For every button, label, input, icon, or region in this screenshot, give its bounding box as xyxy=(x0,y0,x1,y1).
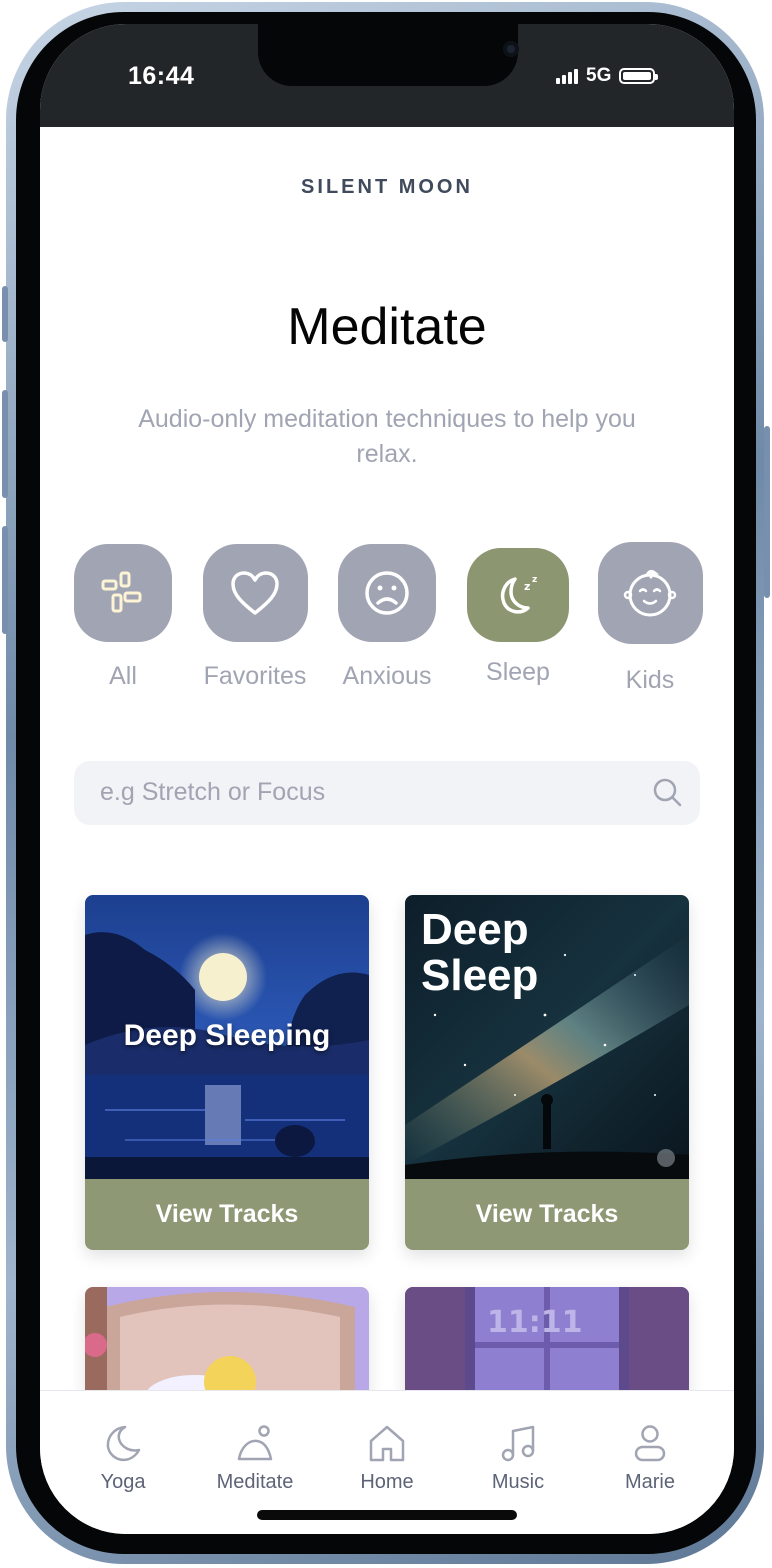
search-icon[interactable] xyxy=(652,777,684,814)
battery-icon xyxy=(619,68,659,84)
page-title: Meditate xyxy=(287,298,487,356)
category-sleep[interactable]: z z Sleep xyxy=(453,544,583,687)
music-note-icon xyxy=(453,1421,583,1463)
category-favorites[interactable]: Favorites xyxy=(190,544,320,691)
status-time: 16:44 xyxy=(128,62,195,90)
signal-icon xyxy=(556,68,578,84)
tab-label: Marie xyxy=(624,1471,675,1493)
page-subtitle: Audio-only meditation techniques to help… xyxy=(138,405,636,468)
category-label: Anxious xyxy=(342,662,432,690)
category-label: Sleep xyxy=(486,658,550,686)
tab-label: Meditate xyxy=(216,1471,294,1493)
tab-label: Home xyxy=(360,1471,414,1493)
tab-meditate[interactable]: Meditate xyxy=(190,1421,320,1494)
playlist-card-deep-sleep[interactable]: Deep Sleep View Tracks xyxy=(405,895,689,1250)
playlist-card-deep-sleeping[interactable]: Deep Sleeping View Tracks xyxy=(85,895,369,1250)
home-icon xyxy=(322,1421,452,1463)
brand-logo-text: SILENT MOON xyxy=(301,176,473,198)
card-artwork-night-window: 11:11 xyxy=(405,1287,689,1407)
view-tracks-button[interactable]: View Tracks xyxy=(85,1179,369,1250)
heart-icon xyxy=(202,544,308,642)
moon-zzz-icon: z z xyxy=(467,548,569,642)
search-input[interactable]: e.g Stretch or Focus xyxy=(74,761,700,825)
category-label: Favorites xyxy=(203,662,307,690)
svg-text:11:11: 11:11 xyxy=(487,1305,583,1340)
volume-up-button xyxy=(2,390,8,498)
category-label: All xyxy=(109,662,137,690)
card-artwork-title: Deep Sleeping xyxy=(123,1019,331,1052)
playlist-card-bedroom[interactable] xyxy=(85,1287,369,1407)
screen: 16:44 5G SILENT MOON Meditate Audio-only… xyxy=(40,24,734,1534)
status-bar: 16:44 5G xyxy=(40,24,734,127)
playlist-card-night-window[interactable]: 11:11 xyxy=(405,1287,689,1407)
card-artwork-milky-way: Deep Sleep xyxy=(405,895,689,1179)
baby-face-icon xyxy=(597,542,703,644)
card-artwork-sleeping-cartoon xyxy=(85,1287,369,1407)
sad-face-icon xyxy=(338,544,436,642)
view-tracks-button[interactable]: View Tracks xyxy=(405,1179,689,1250)
front-camera xyxy=(503,41,519,57)
volume-down-button xyxy=(2,526,8,634)
power-button xyxy=(764,426,770,598)
tab-label: Music xyxy=(491,1471,545,1493)
tab-profile[interactable]: Marie xyxy=(585,1421,715,1494)
grid-icon xyxy=(74,544,172,642)
category-all[interactable]: All xyxy=(58,544,188,691)
category-anxious[interactable]: Anxious xyxy=(322,544,452,691)
status-indicators: 5G xyxy=(556,64,659,88)
tab-music[interactable]: Music xyxy=(453,1421,583,1494)
tab-yoga[interactable]: Yoga xyxy=(58,1421,188,1494)
card-artwork-lake-night: Deep Sleeping xyxy=(85,895,369,1179)
search-placeholder: e.g Stretch or Focus xyxy=(100,778,326,806)
svg-text:z: z xyxy=(524,580,530,593)
moon-icon xyxy=(58,1421,188,1463)
tab-home[interactable]: Home xyxy=(322,1421,452,1494)
notch xyxy=(258,24,519,86)
category-label: Kids xyxy=(625,666,675,694)
user-icon xyxy=(585,1421,715,1463)
tab-label: Yoga xyxy=(100,1471,146,1493)
card-artwork-title: Deep Sleep xyxy=(421,905,539,1000)
svg-text:z: z xyxy=(532,575,537,585)
meditate-icon xyxy=(190,1421,320,1463)
mute-switch xyxy=(2,286,8,342)
home-indicator[interactable] xyxy=(257,1510,517,1520)
category-kids[interactable]: Kids xyxy=(585,542,715,695)
network-type: 5G xyxy=(586,65,612,86)
